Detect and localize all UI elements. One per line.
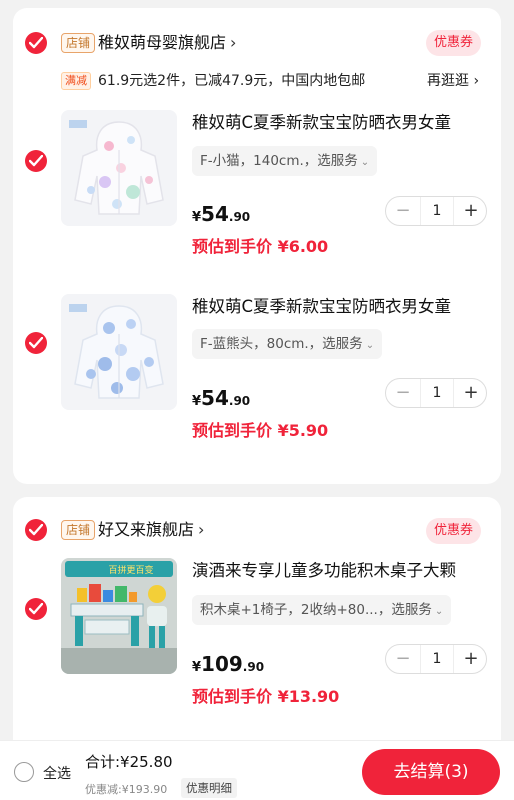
estimated-price: 预估到手价 ¥5.90 — [192, 421, 329, 440]
product-price: ¥54.90 — [192, 202, 250, 230]
price-currency: ¥ — [192, 210, 202, 225]
select-all-label[interactable]: 全选 — [43, 763, 71, 783]
decrease-button[interactable]: − — [386, 379, 420, 407]
sku-selector[interactable]: 积木桌+1椅子，2收纳+80...，选服务 ⌄ — [192, 595, 452, 625]
checkout-bar: 全选 合计:¥25.80 优惠减:¥193.90 优惠明细 去结算(3) — [0, 740, 514, 800]
price-integer: 54 — [201, 202, 229, 226]
price-decimal: .90 — [228, 394, 251, 408]
chevron-down-icon: ⌄ — [365, 340, 375, 351]
store-card-zhinumeng: 店铺 稚奴萌母婴旗舰店 › 优惠券 满减 61.9元选2件，已减47.9元，中国内… — [13, 8, 501, 484]
store-name: 稚奴萌母婴旗舰店 — [98, 33, 227, 52]
price-currency: ¥ — [192, 394, 202, 409]
checkout-button[interactable]: 去结算(3) — [362, 749, 500, 795]
store-checkbox[interactable] — [25, 32, 47, 54]
price-integer: 109 — [201, 652, 243, 676]
store-checkbox[interactable] — [25, 519, 47, 541]
increase-button[interactable]: + — [454, 379, 488, 407]
quantity-input[interactable]: 1 — [420, 645, 454, 673]
chevron-right-icon: › — [198, 520, 205, 539]
discount-detail-button[interactable]: 优惠明细 — [181, 778, 237, 798]
store-tag: 店铺 — [61, 520, 96, 540]
sku-text: 积木桌+1椅子，2收纳+80...，选服务 — [200, 602, 432, 618]
promo-text: 61.9元选2件，已减47.9元，中国内地包邮 — [98, 73, 366, 89]
price-decimal: .90 — [242, 660, 265, 674]
store-tag: 店铺 — [61, 33, 96, 53]
coupon-button[interactable]: 优惠券 — [426, 30, 482, 56]
check-icon — [29, 524, 43, 536]
estimated-price: 预估到手价 ¥6.00 — [192, 237, 329, 256]
chevron-down-icon: ⌄ — [360, 157, 370, 168]
decrease-button[interactable]: − — [386, 197, 420, 225]
decrease-button[interactable]: − — [386, 645, 420, 673]
product-image-jacket-pink — [61, 110, 177, 226]
promo-tag: 满减 — [61, 72, 91, 90]
total-amount: 合计:¥25.80 — [85, 753, 173, 771]
store-name: 好又来旗舰店 — [98, 520, 195, 539]
product-image-jacket-blue — [61, 294, 177, 410]
check-icon — [29, 155, 43, 167]
product-thumbnail[interactable] — [61, 110, 177, 226]
check-icon — [29, 337, 43, 349]
price-integer: 54 — [201, 386, 229, 410]
quantity-input[interactable]: 1 — [420, 197, 454, 225]
check-icon — [29, 37, 43, 49]
quantity-stepper: − 1 + — [385, 644, 487, 674]
quantity-input[interactable]: 1 — [420, 379, 454, 407]
check-icon — [29, 603, 43, 615]
discount-amount: 优惠减:¥193.90 — [85, 783, 168, 796]
item-checkbox[interactable] — [25, 598, 47, 620]
select-all-radio[interactable] — [14, 762, 34, 782]
chevron-right-icon: › — [230, 33, 237, 52]
sku-text: F-蓝熊头，80cm.，选服务 — [200, 336, 363, 352]
product-image-lego-table: 百拼更百变 — [61, 558, 177, 674]
sku-selector[interactable]: F-蓝熊头，80cm.，选服务 ⌄ — [192, 329, 383, 359]
product-title[interactable]: 演酒来专享儿童多功能积木桌子大颗 — [192, 560, 488, 582]
increase-button[interactable]: + — [454, 645, 488, 673]
product-title[interactable]: 稚奴萌C夏季新款宝宝防晒衣男女童 — [192, 112, 488, 134]
product-title[interactable]: 稚奴萌C夏季新款宝宝防晒衣男女童 — [192, 296, 488, 318]
price-decimal: .90 — [228, 210, 251, 224]
quantity-stepper: − 1 + — [385, 196, 487, 226]
product-thumbnail[interactable]: 百拼更百变 — [61, 558, 177, 674]
increase-button[interactable]: + — [454, 197, 488, 225]
coupon-button[interactable]: 优惠券 — [426, 518, 482, 544]
store-card-haoyoulai: 店铺 好又来旗舰店 › 优惠券 百拼更百变 演酒来专享儿童多功能积木桌子大颗 积木… — [13, 497, 501, 757]
quantity-stepper: − 1 + — [385, 378, 487, 408]
item-checkbox[interactable] — [25, 150, 47, 172]
browse-more-link[interactable]: 再逛逛 › — [427, 72, 479, 90]
store-name-link[interactable]: 好又来旗舰店 › — [98, 520, 204, 540]
product-thumbnail[interactable] — [61, 294, 177, 410]
sku-selector[interactable]: F-小猫，140cm.，选服务 ⌄ — [192, 146, 378, 176]
item-checkbox[interactable] — [25, 332, 47, 354]
sku-text: F-小猫，140cm.，选服务 — [200, 153, 358, 169]
thumb-banner-text: 百拼更百变 — [108, 564, 153, 576]
chevron-down-icon: ⌄ — [434, 606, 444, 617]
price-currency: ¥ — [192, 660, 202, 675]
store-name-link[interactable]: 稚奴萌母婴旗舰店 › — [98, 33, 236, 53]
product-price: ¥109.90 — [192, 652, 264, 680]
estimated-price: 预估到手价 ¥13.90 — [192, 687, 340, 706]
product-price: ¥54.90 — [192, 386, 250, 414]
